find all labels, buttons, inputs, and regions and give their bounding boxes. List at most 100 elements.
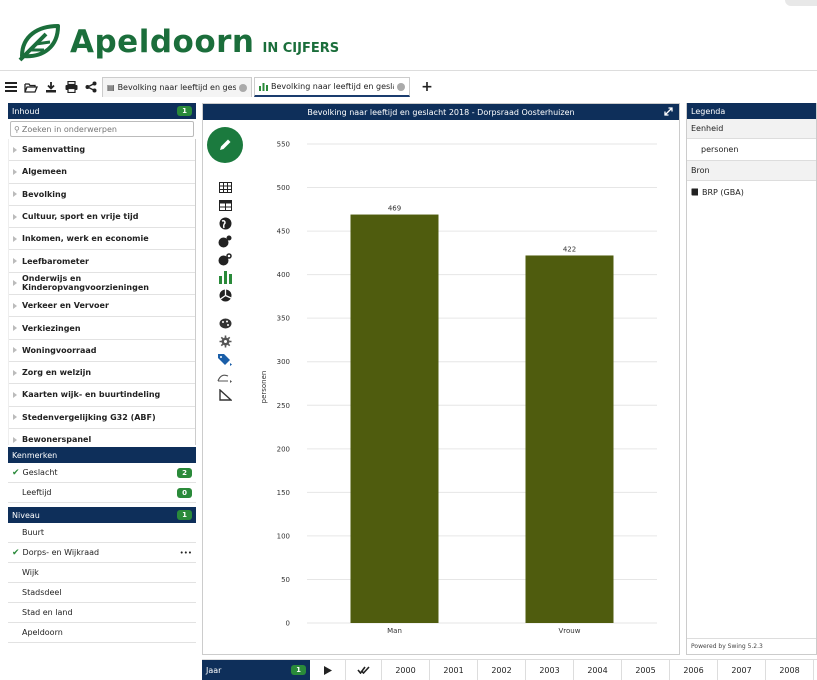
close-tab-icon[interactable] [397, 82, 405, 91]
y-tick-label: 150 [277, 489, 290, 497]
caret-right-icon [13, 213, 17, 220]
niveau-list: Buurt ✔ Dorps- en Wijkraad ••• Wijk Stadsdeel… [8, 523, 196, 643]
niveau-item[interactable]: Buurt [8, 523, 196, 543]
chart-bars: 469 422 [350, 205, 614, 623]
left-sidebar: Inhoud 1 ⚲ Samenvatting Algemeen Bevolking… [8, 103, 196, 643]
kenmerken-header: Kenmerken [8, 447, 196, 463]
print-icon[interactable] [62, 78, 80, 96]
menu-item[interactable]: Leefbarometer [9, 250, 195, 273]
y-tick-label: 50 [281, 576, 290, 584]
kenmerken-list: ✔ Geslacht 2 Leeftijd 0 [8, 463, 196, 503]
year-item[interactable]: 2001 [430, 659, 478, 680]
line-style-icon[interactable] [217, 369, 233, 385]
year-item[interactable]: 2003 [526, 659, 574, 680]
legend-panel: Legenda Eenheid personen Bron BRP (GBA) … [686, 103, 817, 655]
chart-tools [203, 121, 247, 655]
more-options-icon[interactable]: ••• [180, 549, 192, 557]
y-tick-label: 350 [277, 315, 290, 323]
brand-header: Apeldoorn IN CIJFERS [16, 18, 339, 66]
map-symbols-icon[interactable] [217, 233, 233, 249]
folder-open-icon[interactable] [22, 78, 40, 96]
search-box[interactable]: ⚲ [10, 121, 194, 137]
search-input[interactable] [21, 124, 182, 134]
menu-item[interactable]: Inkomen, werk en economie [9, 228, 195, 251]
close-tab-icon[interactable] [239, 83, 247, 92]
year-item[interactable]: 2005 [622, 659, 670, 680]
menu-item[interactable]: Cultuur, sport en vrije tijd [9, 206, 195, 229]
map-settings-icon[interactable] [217, 251, 233, 267]
apeldoorn-logo-icon [18, 24, 60, 62]
niveau-title: Niveau [12, 510, 40, 520]
expand-icon[interactable] [664, 107, 673, 116]
add-tab-icon[interactable]: + [418, 78, 436, 96]
menu-item[interactable]: Woningvoorraad [9, 340, 195, 362]
menu-item[interactable]: Verkiezingen [9, 317, 195, 340]
niveau-item[interactable]: Apeldoorn [8, 623, 196, 643]
year-list: 2000 2001 2002 2003 2004 2005 2006 2007 2008 [382, 659, 814, 680]
year-item[interactable]: 2007 [718, 659, 766, 680]
year-item[interactable]: 2008 [766, 659, 814, 680]
settings-gear-icon[interactable] [217, 333, 233, 349]
niveau-label: Dorps- en Wijkraad [22, 548, 100, 557]
table-icon: ▤ [107, 83, 115, 92]
y-tick-label: 0 [286, 620, 290, 628]
niveau-count-badge: 1 [177, 510, 192, 520]
year-item[interactable]: 2000 [382, 659, 430, 680]
pie-chart-icon[interactable] [217, 287, 233, 303]
menu-item[interactable]: Bewonerspanel [9, 429, 195, 445]
edit-button[interactable] [207, 127, 243, 163]
niveau-item[interactable]: Wijk [8, 563, 196, 583]
menu-item[interactable]: Verkeer en Vervoer [9, 295, 195, 318]
menu-item[interactable]: Samenvatting [9, 139, 195, 162]
legend-header: Legenda [687, 103, 816, 119]
kenmerk-item[interactable]: Leeftijd 0 [8, 483, 196, 503]
brand-name: Apeldoorn [70, 24, 255, 60]
menu-item-label: Verkiezingen [22, 323, 81, 333]
table-view-icon[interactable] [217, 179, 233, 195]
menu-icon[interactable] [2, 78, 20, 96]
tab-table[interactable]: ▤ Bevolking naar leeftijd en geslacht [102, 77, 252, 97]
play-icon [323, 665, 332, 675]
bar[interactable] [350, 214, 439, 623]
tags-icon[interactable] [217, 351, 233, 367]
menu-item-label: Leefbarometer [22, 256, 89, 266]
tab-label: Bevolking naar leeftijd en geslacht [271, 82, 394, 91]
menu-item[interactable]: Zorg en welzijn [9, 362, 195, 385]
bar-chart-view-icon[interactable] [217, 269, 233, 285]
menu-item[interactable]: Bevolking [9, 184, 195, 206]
globe-icon[interactable] [217, 215, 233, 231]
bar-chart-icon [259, 82, 268, 91]
caret-right-icon [13, 258, 17, 265]
menu-item-label: Samenvatting [22, 145, 86, 155]
menu-item[interactable]: Stedenvergelijking G32 (ABF) [9, 407, 195, 429]
legend-title: Legenda [691, 106, 726, 116]
bron-item[interactable]: BRP (GBA) [687, 181, 816, 203]
play-button[interactable] [310, 659, 346, 680]
palette-icon[interactable] [217, 315, 233, 331]
bron-value: BRP (GBA) [702, 187, 744, 197]
niveau-item[interactable]: Stad en land [8, 603, 196, 623]
y-tick-label: 500 [277, 184, 290, 192]
niveau-label: Wijk [22, 568, 39, 577]
bar[interactable] [525, 255, 614, 623]
year-item[interactable]: 2004 [574, 659, 622, 680]
pivot-table-icon[interactable] [217, 197, 233, 213]
niveau-item[interactable]: Stadsdeel [8, 583, 196, 603]
download-icon[interactable] [42, 78, 60, 96]
menu-item[interactable]: Algemeen [9, 161, 195, 184]
caret-right-icon [13, 325, 17, 332]
share-icon[interactable] [82, 78, 100, 96]
niveau-item[interactable]: ✔ Dorps- en Wijkraad ••• [8, 543, 196, 563]
menu-item-label: Zorg en welzijn [22, 368, 92, 378]
tab-chart[interactable]: Bevolking naar leeftijd en geslacht [254, 77, 410, 97]
axis-icon[interactable] [217, 387, 233, 403]
menu-item[interactable]: Onderwijs en Kinderopvangvoorzieningen [9, 273, 195, 296]
menu-item-label: Cultuur, sport en vrije tijd [22, 212, 139, 222]
select-all-button[interactable] [346, 659, 382, 680]
kenmerk-item[interactable]: ✔ Geslacht 2 [8, 463, 196, 483]
menu-item[interactable]: Kaarten wijk- en buurtindeling [9, 384, 195, 407]
year-item[interactable]: 2002 [478, 659, 526, 680]
year-item[interactable]: 2006 [670, 659, 718, 680]
bar-value-label: 469 [388, 205, 401, 213]
tab-label: Bevolking naar leeftijd en geslacht [117, 83, 236, 92]
